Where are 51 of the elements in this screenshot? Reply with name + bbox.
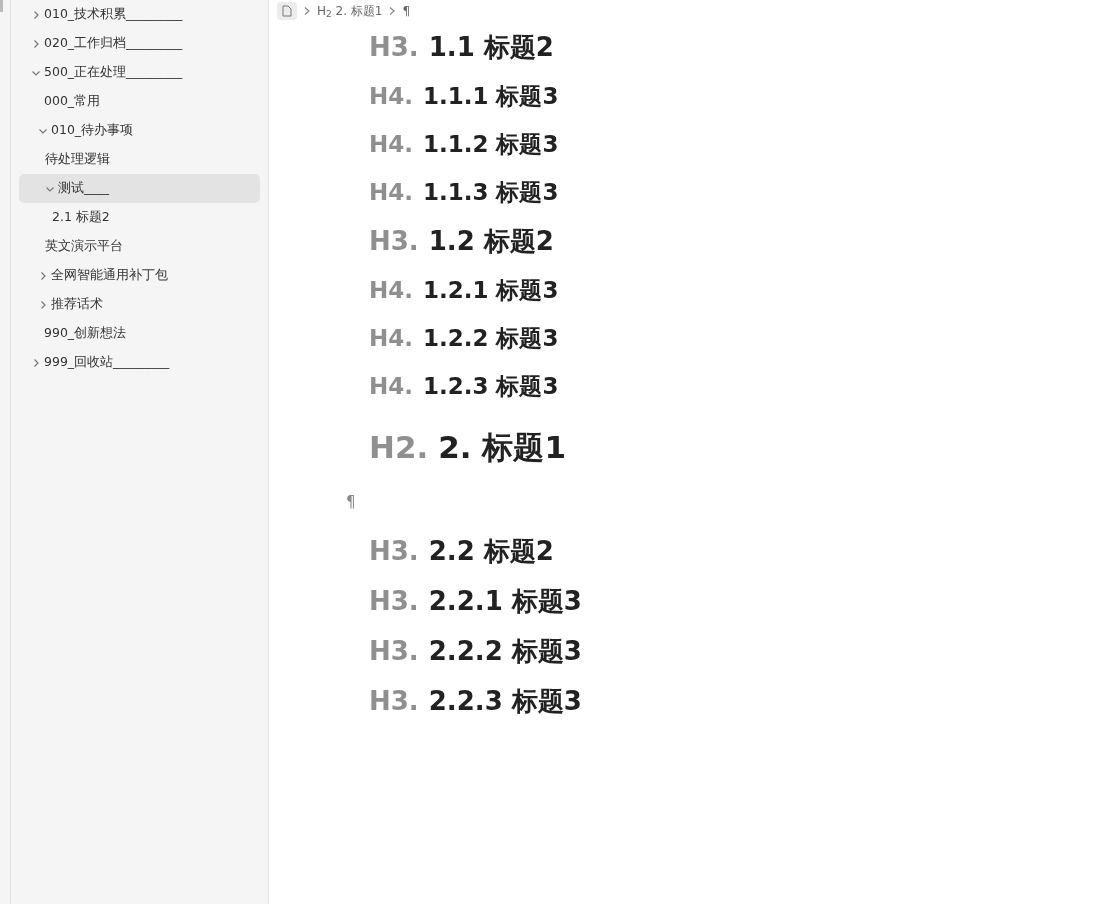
paragraph-mark: ¶ (346, 491, 356, 513)
heading-text: 1.1.2 标题3 (423, 129, 559, 159)
tree-item[interactable]: 999_回收站_________ (19, 348, 260, 377)
heading-text: 1.1.1 标题3 (423, 81, 559, 111)
heading-marker: H3. (369, 224, 419, 258)
heading-text: 1.2.1 标题3 (423, 275, 559, 305)
tree-item[interactable]: 英文演示平台 (19, 232, 260, 261)
heading-text: 2.2.1 标题3 (428, 584, 582, 618)
heading-text: 1.1.3 标题3 (423, 177, 559, 207)
tree-item[interactable]: 500_正在处理_________ (19, 58, 260, 87)
heading-marker: H4. (369, 177, 413, 207)
heading-marker: H3. (369, 684, 419, 718)
heading-text: 2.2.2 标题3 (428, 634, 582, 668)
tree-item[interactable]: 000_常用 (19, 87, 260, 116)
heading-marker: H4. (369, 129, 413, 159)
tree-item[interactable]: 推荐话术 (19, 290, 260, 319)
heading-marker: H4. (369, 323, 413, 353)
heading-marker: H4. (369, 371, 413, 401)
heading-text: 1.2.2 标题3 (423, 323, 559, 353)
chevron-right-icon[interactable] (31, 357, 41, 368)
tree-item[interactable]: 010_技术积累_________ (19, 0, 260, 29)
chevron-right-icon (303, 6, 311, 16)
heading-marker: H3. (369, 584, 419, 618)
tree-item[interactable]: 020_工作归档_________ (19, 29, 260, 58)
document-icon (282, 5, 292, 17)
tree-item[interactable]: 010_待办事项 (19, 116, 260, 145)
heading-text: 1.2.3 标题3 (423, 371, 559, 401)
tree-item[interactable]: 990_创新想法 (19, 319, 260, 348)
heading-text: 2.2 标题2 (428, 534, 554, 568)
heading-marker: H3. (369, 30, 419, 64)
heading-text: 2.2.3 标题3 (428, 684, 582, 718)
chevron-right-icon[interactable] (38, 270, 48, 281)
chevron-right-icon[interactable] (38, 299, 48, 310)
heading-text: 2. 标题1 (438, 427, 566, 467)
tree-item[interactable]: 待处理逻辑 (19, 145, 260, 174)
chevron-right-icon[interactable] (31, 38, 41, 49)
tree-item[interactable]: 2.1 标题2 (19, 203, 260, 232)
tree-item[interactable]: 全网智能通用补丁包 (19, 261, 260, 290)
heading-marker: H4. (369, 81, 413, 111)
breadcrumb-link[interactable]: H$_{2}$ 2. 标题1 (317, 2, 383, 20)
heading-marker: H2. (369, 427, 429, 467)
scrollbar-thumb[interactable] (0, 0, 3, 12)
breadcrumb-link[interactable]: ¶ (402, 2, 411, 20)
heading-text: 1.2 标题2 (428, 224, 554, 258)
heading-marker: H4. (369, 275, 413, 305)
heading-marker: H3. (369, 534, 419, 568)
heading-text: 1.1 标题2 (428, 30, 554, 64)
heading-marker: H3. (369, 634, 419, 668)
tree-item[interactable]: 测试____ (19, 174, 260, 203)
chevron-right-icon (388, 6, 397, 16)
chevron-right-icon[interactable] (31, 9, 41, 20)
